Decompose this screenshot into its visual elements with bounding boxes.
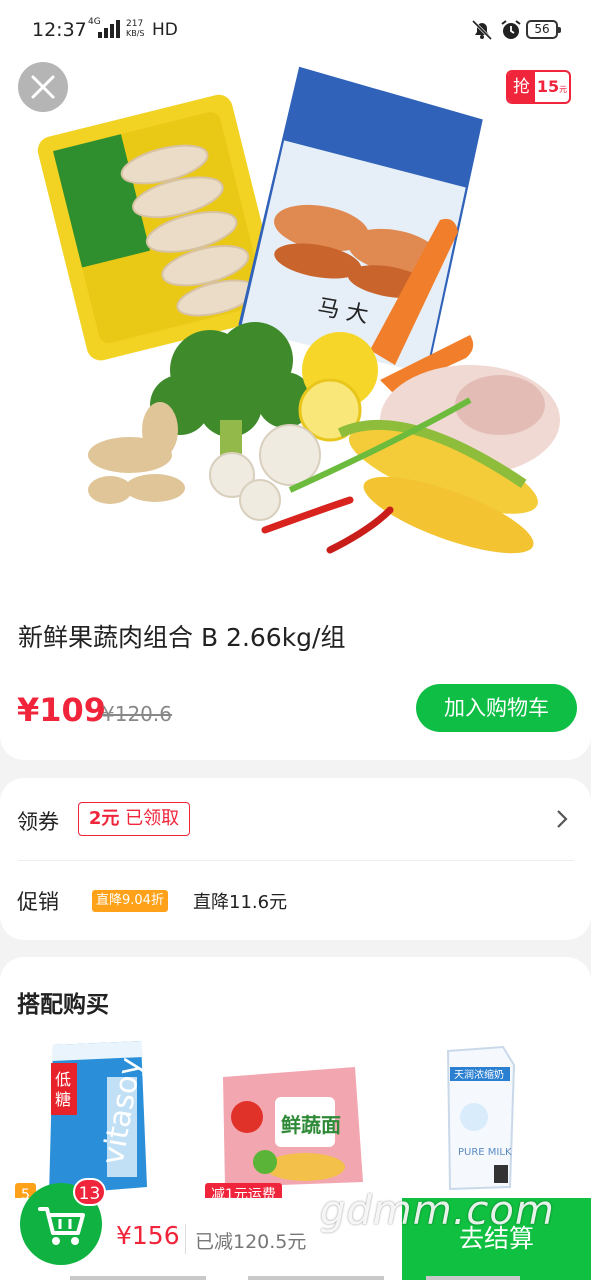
product-photo: 马 大 (37, 66, 560, 554)
coupon-amount: 2元 (88, 808, 120, 829)
coupon-status: 已领取 (125, 808, 180, 829)
product-info-card: 新鲜果蔬肉组合 B 2.66kg/组 ¥109 ¥120.6 加入购物车 (0, 590, 591, 760)
mute-icon (471, 19, 493, 41)
status-time: 12:37 (32, 19, 87, 41)
svg-text:低: 低 (55, 1070, 71, 1089)
divider (18, 860, 574, 861)
promotion-text: 直降11.6元 (193, 892, 288, 913)
status-bar: 12:37 4G 217 KB/S HD 56 (0, 0, 591, 60)
battery-icon: 56 (526, 20, 561, 39)
gesture-bar (70, 1276, 520, 1280)
chevron-right-icon[interactable] (556, 809, 569, 829)
promotion-card: 领券 2元 已领取 促销 直降9.04折 直降11.6元 (0, 778, 591, 940)
flash-sale-amount: 15元 (536, 77, 568, 96)
svg-text:天润浓缩奶: 天润浓缩奶 (454, 1068, 504, 1081)
product-title: 新鲜果蔬肉组合 B 2.66kg/组 (18, 623, 346, 652)
add-to-cart-button[interactable]: 加入购物车 (416, 684, 577, 732)
bundle-title: 搭配购买 (17, 992, 109, 1018)
hd-indicator: HD (152, 20, 178, 40)
close-button[interactable] (18, 62, 68, 112)
milk-image: 天润浓缩奶 PURE MILK (446, 1045, 516, 1191)
network-speed: 217 KB/S (126, 19, 145, 38)
cart-count-badge: 13 (73, 1178, 106, 1206)
cart-saved: 已减120.5元 (195, 1231, 307, 1253)
svg-text:鲜蔬面: 鲜蔬面 (281, 1113, 341, 1137)
coupon-row[interactable]: 领券 2元 已领取 (0, 778, 591, 860)
watermark: gdmm.com (320, 1188, 555, 1234)
coupon-label: 领券 (17, 810, 59, 834)
alarm-icon (501, 20, 521, 39)
original-price: ¥120.6 (102, 702, 172, 726)
promotion-tag: 直降9.04折 (92, 890, 168, 912)
product-image: 马 大 (0, 60, 591, 590)
current-price: ¥109 (17, 691, 107, 729)
noodle-image: 鲜蔬面 (223, 1067, 363, 1187)
svg-text:PURE MILK: PURE MILK (458, 1147, 512, 1158)
svg-text:糖: 糖 (55, 1090, 71, 1109)
coupon-tag[interactable]: 2元 已领取 (78, 802, 190, 836)
promotion-label: 促销 (17, 890, 59, 914)
signal-icon (98, 20, 122, 38)
flash-sale-badge[interactable]: 抢 15元 (506, 70, 571, 104)
divider (185, 1224, 186, 1254)
close-icon (31, 75, 55, 99)
cart-total: ¥156 (116, 1221, 180, 1250)
flash-sale-label: 抢 (508, 72, 535, 102)
